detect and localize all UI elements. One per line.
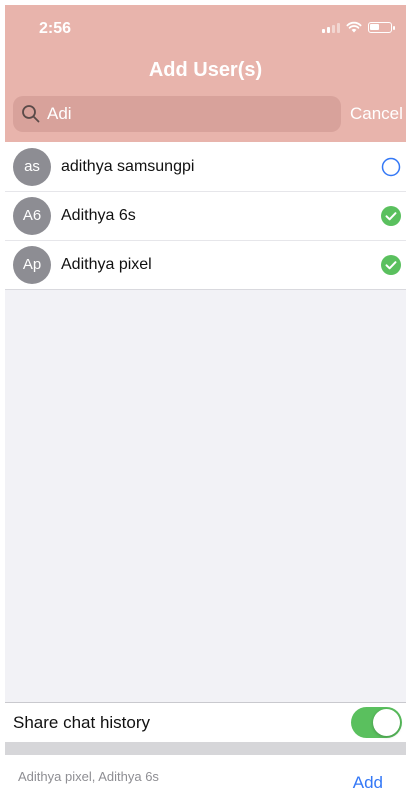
cellular-signal-icon — [322, 22, 340, 33]
status-icons — [322, 21, 395, 33]
page-title: Add User(s) — [148, 59, 263, 81]
search-icon — [22, 105, 40, 123]
share-history-label: Share chat history — [13, 712, 151, 732]
toggle-knob — [373, 709, 400, 736]
header: 2:56 Add User(s) Cancel — [5, 5, 406, 142]
user-name: Adithya pixel — [61, 255, 152, 273]
share-history-row: Share chat history — [5, 702, 406, 742]
avatar: Ap — [13, 245, 51, 284]
user-list: as adithya samsungpi A6 Adithya 6s Ap Ad… — [5, 142, 406, 290]
divider — [5, 289, 406, 290]
cancel-button[interactable]: Cancel — [350, 104, 403, 124]
app-screen: 2:56 Add User(s) Cancel as adithya s — [5, 5, 406, 792]
battery-icon — [368, 21, 395, 33]
search-input[interactable] — [47, 104, 307, 124]
status-time: 2:56 — [39, 20, 72, 37]
footer: Adithya pixel, Adithya 6s Add — [5, 755, 406, 792]
user-name: adithya samsungpi — [61, 157, 195, 175]
checkmark-circle-icon[interactable] — [381, 255, 401, 275]
checkmark-circle-icon[interactable] — [381, 206, 401, 226]
list-item[interactable]: A6 Adithya 6s — [5, 191, 406, 240]
search-bar[interactable] — [13, 96, 341, 132]
avatar: A6 — [13, 196, 51, 235]
user-name: Adithya 6s — [61, 206, 136, 224]
add-button[interactable]: Add — [353, 773, 383, 792]
share-history-toggle[interactable] — [351, 707, 402, 738]
unselected-circle-icon[interactable] — [381, 157, 401, 177]
list-item[interactable]: Ap Adithya pixel — [5, 240, 406, 289]
avatar: as — [13, 147, 51, 186]
wifi-icon — [346, 21, 362, 33]
divider — [5, 742, 406, 755]
selected-users-summary: Adithya pixel, Adithya 6s — [18, 769, 159, 784]
list-item[interactable]: as adithya samsungpi — [5, 142, 406, 191]
